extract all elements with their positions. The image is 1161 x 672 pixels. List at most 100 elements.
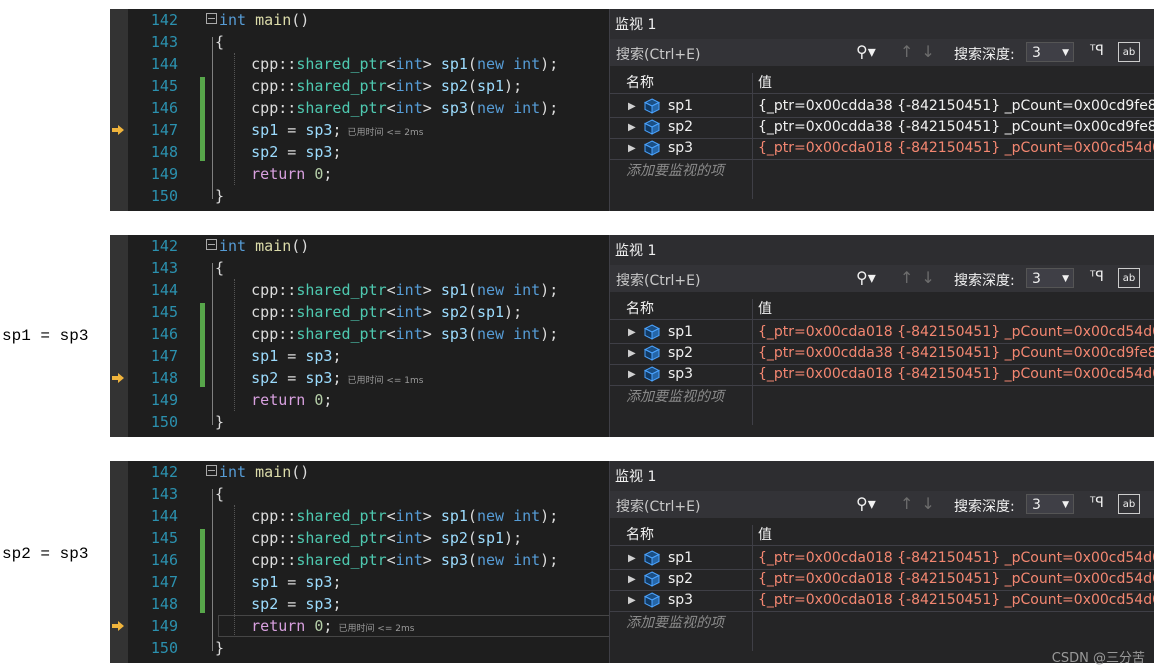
search-nav-arrows[interactable]: ↑↓	[900, 42, 943, 61]
watch-row[interactable]: ▶ sp3 {_ptr=0x00cda018 {-842150451} _pCo…	[610, 590, 1154, 612]
template-name: shared_ptr	[296, 325, 387, 343]
watch-row[interactable]: ▶ sp2 {_ptr=0x00cda018 {-842150451} _pCo…	[610, 569, 1154, 591]
code-line[interactable]: sp2 = sp3; 已用时间 <= 1ms	[206, 367, 610, 389]
code-line[interactable]: cpp::shared_ptr<int> sp1(new int);	[206, 505, 610, 527]
search-nav-arrows[interactable]: ↑↓	[900, 494, 943, 513]
column-value-header[interactable]: 值	[758, 525, 772, 545]
lt: <	[386, 77, 396, 95]
expand-arrow-icon[interactable]: ▶	[628, 138, 636, 159]
add-watch-item[interactable]: 添加要监视的项	[626, 160, 724, 180]
watch-name: sp2	[668, 571, 694, 587]
code-line[interactable]: int main()	[206, 235, 610, 257]
search-input[interactable]: 搜索(Ctrl+E)	[616, 496, 700, 516]
code-line[interactable]: {	[206, 483, 610, 505]
pin-icon[interactable]: ᵀꟼ	[1090, 495, 1104, 511]
code-line[interactable]: }	[206, 637, 610, 659]
column-name-header[interactable]: 名称	[626, 525, 654, 545]
code-line[interactable]: return 0; 已用时间 <= 2ms	[206, 615, 610, 637]
code-line[interactable]: cpp::shared_ptr<int> sp3(new int);	[206, 549, 610, 571]
search-depth-select[interactable]: 3 ▼	[1026, 268, 1074, 288]
breakpoint-gutter[interactable]	[110, 461, 128, 663]
search-icon[interactable]: ⚲▾	[856, 494, 876, 513]
watch-row[interactable]: ▶ sp3 {_ptr=0x00cda018 {-842150451} _pCo…	[610, 364, 1154, 386]
code-line[interactable]: cpp::shared_ptr<int> sp3(new int);	[206, 323, 610, 345]
expand-arrow-icon[interactable]: ▶	[628, 364, 636, 385]
ab-icon[interactable]: ab	[1118, 494, 1140, 514]
search-input[interactable]: 搜索(Ctrl+E)	[616, 44, 700, 64]
watch-toolbar: 搜索(Ctrl+E) ⚲▾ ↑↓ 搜索深度: 3 ▼ ᵀꟼ ab	[610, 491, 1154, 518]
column-name-header[interactable]: 名称	[626, 299, 654, 319]
code-line[interactable]: cpp::shared_ptr<int> sp3(new int);	[206, 97, 610, 119]
expand-arrow-icon[interactable]: ▶	[628, 343, 636, 364]
code-line[interactable]: }	[206, 411, 610, 433]
watch-title[interactable]: 监视 1	[610, 461, 1154, 491]
perf-tip[interactable]: 已用时间 <= 2ms	[338, 624, 414, 634]
expand-arrow-icon[interactable]: ▶	[628, 96, 636, 117]
watch-row[interactable]: ▶ sp2 {_ptr=0x00cdda38 {-842150451} _pCo…	[610, 117, 1154, 139]
breakpoint-gutter[interactable]	[110, 9, 128, 211]
watch-title[interactable]: 监视 1	[610, 9, 1154, 39]
keyword-return: return	[251, 165, 306, 183]
expand-arrow-icon[interactable]: ▶	[628, 590, 636, 611]
watch-title[interactable]: 监视 1	[610, 235, 1154, 265]
code-line[interactable]: {	[206, 257, 610, 279]
code-line[interactable]: sp1 = sp3; 已用时间 <= 2ms	[206, 119, 610, 141]
code-line[interactable]: sp2 = sp3;	[206, 593, 610, 615]
code-line[interactable]: int main()	[206, 461, 610, 483]
watch-row[interactable]: ▶ sp2 {_ptr=0x00cdda38 {-842150451} _pCo…	[610, 343, 1154, 365]
code-line[interactable]: cpp::shared_ptr<int> sp2(sp1);	[206, 527, 610, 549]
ab-icon[interactable]: ab	[1118, 268, 1140, 288]
search-icon[interactable]: ⚲▾	[856, 42, 876, 61]
collapse-icon[interactable]	[206, 465, 217, 476]
line-number: 148	[150, 369, 178, 387]
watch-row[interactable]: ▶ sp3 {_ptr=0x00cda018 {-842150451} _pCo…	[610, 138, 1154, 160]
code-line[interactable]: return 0;	[206, 389, 610, 411]
parens: ()	[291, 11, 310, 29]
expand-arrow-icon[interactable]: ▶	[628, 569, 636, 590]
code-line[interactable]: return 0;	[206, 163, 610, 185]
code-editor[interactable]: int main() { cpp::shared_ptr<int> sp1(ne…	[206, 9, 610, 207]
breakpoint-gutter[interactable]	[110, 235, 128, 437]
collapse-icon[interactable]	[206, 13, 217, 24]
expand-arrow-icon[interactable]: ▶	[628, 322, 636, 343]
code-line[interactable]: cpp::shared_ptr<int> sp2(sp1);	[206, 75, 610, 97]
semicolon: ;	[323, 617, 333, 635]
search-input[interactable]: 搜索(Ctrl+E)	[616, 270, 700, 290]
code-line[interactable]: sp1 = sp3;	[206, 345, 610, 367]
code-line[interactable]: int main()	[206, 9, 610, 31]
add-watch-item[interactable]: 添加要监视的项	[626, 386, 724, 406]
template-name: shared_ptr	[296, 281, 387, 299]
code-line[interactable]: sp1 = sp3;	[206, 571, 610, 593]
search-depth-select[interactable]: 3 ▼	[1026, 42, 1074, 62]
watch-row[interactable]: ▶ sp1 {_ptr=0x00cda018 {-842150451} _pCo…	[610, 548, 1154, 570]
pin-icon[interactable]: ᵀꟼ	[1090, 43, 1104, 59]
column-value-header[interactable]: 值	[758, 299, 772, 319]
code-line[interactable]: cpp::shared_ptr<int> sp2(sp1);	[206, 301, 610, 323]
column-value-header[interactable]: 值	[758, 73, 772, 93]
debug-panel: 142 143 144 145 146 147 148 149 150 int main() {…	[110, 461, 1154, 663]
search-depth-select[interactable]: 3 ▼	[1026, 494, 1074, 514]
code-line[interactable]: cpp::shared_ptr<int> sp1(new int);	[206, 279, 610, 301]
code-line[interactable]: }	[206, 185, 610, 207]
perf-tip[interactable]: 已用时间 <= 2ms	[347, 128, 423, 138]
add-watch-item[interactable]: 添加要监视的项	[626, 612, 724, 632]
watch-row[interactable]: ▶ sp1 {_ptr=0x00cdda38 {-842150451} _pCo…	[610, 96, 1154, 118]
expand-arrow-icon[interactable]: ▶	[628, 117, 636, 138]
code-line[interactable]: sp2 = sp3;	[206, 141, 610, 163]
column-name-header[interactable]: 名称	[626, 73, 654, 93]
expand-arrow-icon[interactable]: ▶	[628, 548, 636, 569]
search-icon[interactable]: ⚲▾	[856, 268, 876, 287]
pin-icon[interactable]: ᵀꟼ	[1090, 269, 1104, 285]
variable-cube-icon	[644, 550, 660, 566]
collapse-icon[interactable]	[206, 239, 217, 250]
code-line[interactable]: {	[206, 31, 610, 53]
code-editor[interactable]: int main() { cpp::shared_ptr<int> sp1(ne…	[206, 235, 610, 433]
code-editor[interactable]: int main() { cpp::shared_ptr<int> sp1(ne…	[206, 461, 610, 659]
perf-tip[interactable]: 已用时间 <= 1ms	[347, 376, 423, 386]
ab-icon[interactable]: ab	[1118, 42, 1140, 62]
watch-row[interactable]: ▶ sp1 {_ptr=0x00cda018 {-842150451} _pCo…	[610, 322, 1154, 344]
search-nav-arrows[interactable]: ↑↓	[900, 268, 943, 287]
code-line[interactable]: cpp::shared_ptr<int> sp1(new int);	[206, 53, 610, 75]
semicolon: ;	[332, 573, 342, 591]
variable: sp1	[251, 347, 279, 365]
